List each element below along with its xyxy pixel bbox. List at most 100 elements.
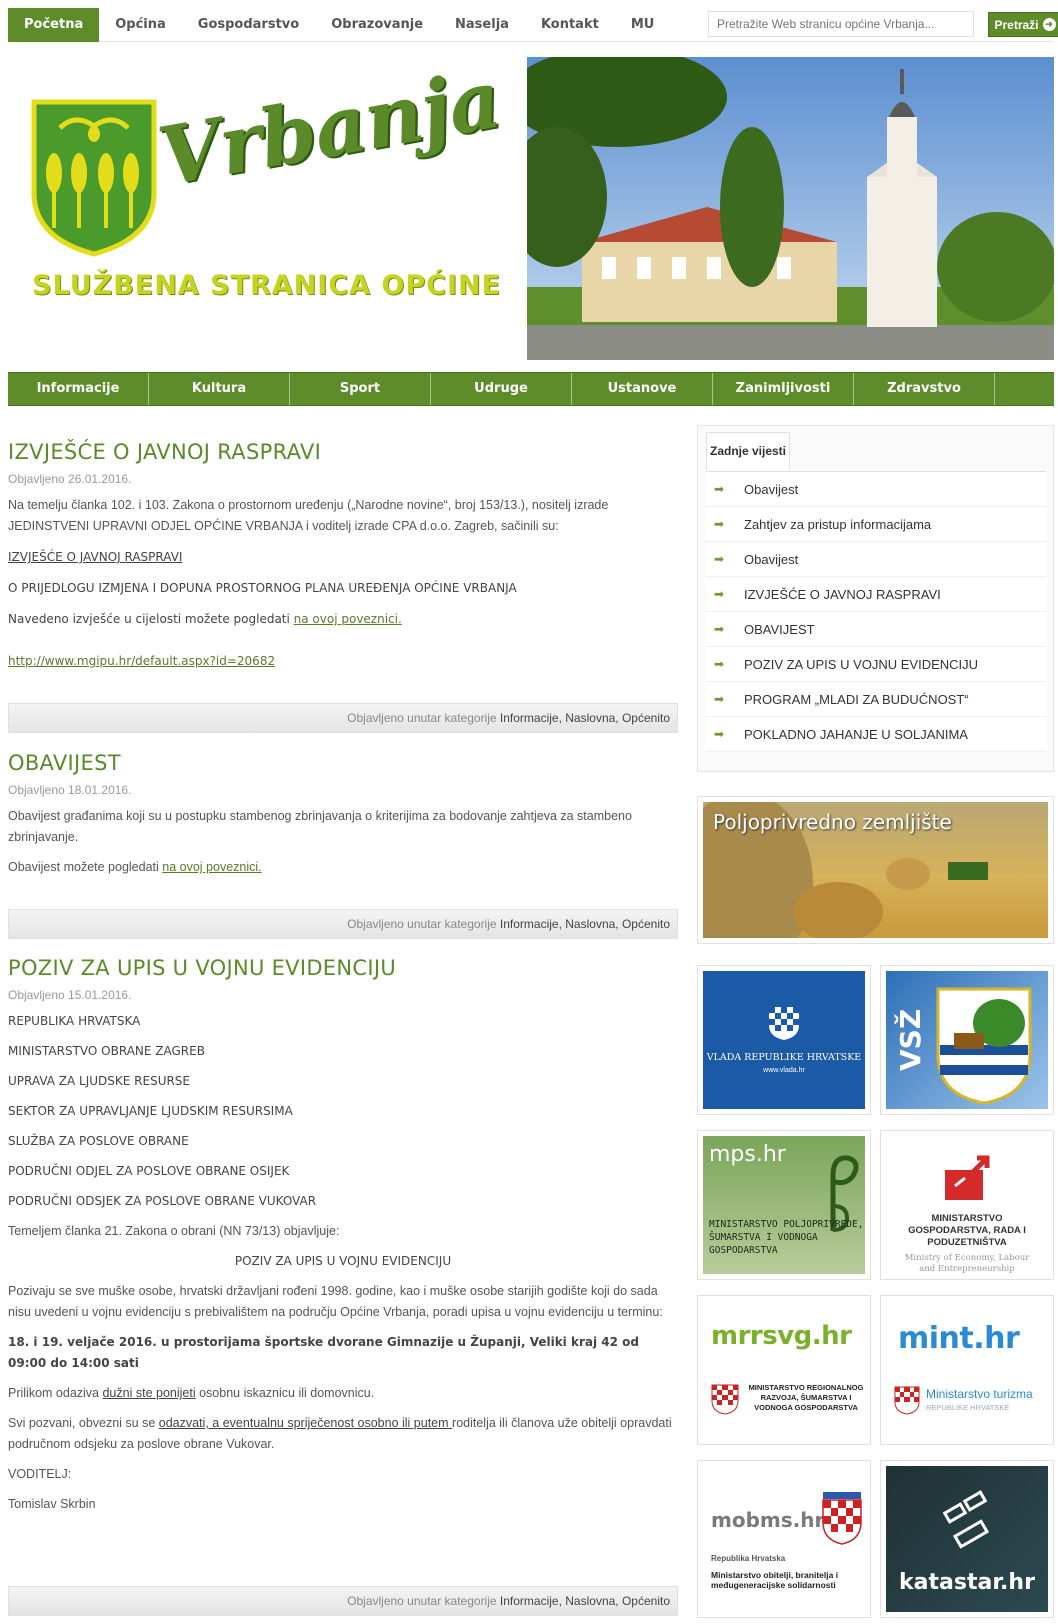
article-date: Objavljeno 18.01.2016. bbox=[8, 783, 132, 797]
topnav-item-mu[interactable]: MU bbox=[615, 8, 671, 42]
footer-categories[interactable]: Informacije, Naslovna, Općenito bbox=[500, 711, 670, 725]
news-item[interactable]: ➡ Obavijest bbox=[706, 472, 1046, 507]
news-item[interactable]: ➡ OBAVIJEST bbox=[706, 612, 1046, 647]
article-title[interactable]: POZIV ZA UPIS U VOJNU EVIDENCIJU bbox=[8, 956, 678, 980]
banner-title: mobms.hr bbox=[711, 1508, 825, 1532]
mainnav-item-zanimljivosti[interactable]: Zanimljivosti bbox=[713, 373, 854, 405]
org-line: SEKTOR ZA UPRAVLJANJE LJUDSKIM RESURSIMA bbox=[8, 1104, 293, 1118]
banner-subtitle-2: REPUBLIKE HRVATSKE bbox=[926, 1403, 1010, 1412]
article-obavijest: OBAVIJEST Objavljeno 18.01.2016. Obavije… bbox=[8, 751, 678, 878]
mobms-banner[interactable]: mobms.hr Republika Hrvatska Ministarstvo… bbox=[697, 1460, 871, 1618]
article-title[interactable]: IZVJEŠĆE O JAVNOJ RASPRAVI bbox=[8, 440, 678, 464]
arrow-right-icon: ➡ bbox=[714, 482, 725, 496]
leader-label: VODITELJ: bbox=[8, 1467, 72, 1481]
coat-of-arms-logo[interactable] bbox=[30, 98, 160, 258]
topnav-item-opcina[interactable]: Općina bbox=[99, 8, 182, 42]
article-footer-bar: Objavljeno unutar kategorije Informacije… bbox=[8, 1586, 678, 1616]
article-subheading: O PRIJEDLOGU IZMJENA I DOPUNA PROSTORNOG… bbox=[8, 581, 517, 595]
news-item[interactable]: ➡ Zahtjev za pristup informacijama bbox=[706, 507, 1046, 542]
arrow-right-icon: ➡ bbox=[714, 552, 725, 566]
news-item[interactable]: ➡ IZVJEŠĆE O JAVNOJ RASPRAVI bbox=[706, 577, 1046, 612]
banner-subtitle: Ministarstvo obitelji, branitelja i među… bbox=[711, 1570, 839, 1590]
vsz-banner[interactable]: VSŽ bbox=[880, 965, 1054, 1115]
view-link[interactable]: na ovoj poveznici. bbox=[294, 612, 402, 626]
org-line: PODRUČNI ODSJEK ZA POSLOVE OBRANE VUKOVA… bbox=[8, 1194, 317, 1208]
croatian-coat-of-arms-icon bbox=[711, 1384, 739, 1415]
top-navigation: Početna Općina Gospodarstvo Obrazovanje … bbox=[8, 7, 1058, 42]
news-item-label: POKLADNO JAHANJE U SOLJANIMA bbox=[744, 726, 968, 742]
mainnav-item-sport[interactable]: Sport bbox=[290, 373, 431, 405]
report-link[interactable]: IZVJEŠĆE O JAVNOJ RASPRAVI bbox=[8, 550, 182, 564]
mainnav-item-kultura[interactable]: Kultura bbox=[149, 373, 290, 405]
oblig-pre: Svi pozvani, obvezni su se bbox=[8, 1416, 159, 1430]
url-link[interactable]: http://www.mgipu.hr/default.aspx?id=2068… bbox=[8, 654, 275, 668]
banner-subtitle: Ministry of Economy, Labour and Entrepre… bbox=[904, 1253, 1030, 1274]
topnav-item-naselja[interactable]: Naselja bbox=[439, 8, 525, 42]
mingo-banner[interactable]: MINISTARSTVO GOSPODARSTVA, RADA I PODUZE… bbox=[880, 1130, 1054, 1280]
logo-subtitle: SLUŽBENA STRANICA OPĆINE bbox=[32, 270, 502, 301]
topnav-item-pocetna[interactable]: Početna bbox=[8, 7, 100, 42]
footer-categories[interactable]: Informacije, Naslovna, Općenito bbox=[500, 1594, 670, 1608]
topnav-item-kontakt[interactable]: Kontakt bbox=[525, 8, 615, 42]
article-footer-bar: Objavljeno unutar kategorije Informacije… bbox=[8, 909, 678, 939]
latest-news-list: ➡ Obavijest ➡ Zahtjev za pristup informaci… bbox=[706, 471, 1046, 752]
leader-name: Tomislav Skrbin bbox=[8, 1497, 96, 1511]
news-item-label: Obavijest bbox=[744, 551, 799, 567]
arrow-right-circle-icon: ➜ bbox=[1042, 18, 1056, 31]
search-input[interactable] bbox=[708, 11, 974, 37]
id-link[interactable]: dužni ste ponijeti bbox=[102, 1386, 195, 1400]
oblig-link[interactable]: odazvati, a eventualnu spriječenost osob… bbox=[159, 1416, 452, 1430]
vlada-banner[interactable]: VLADA REPUBLIKE HRVATSKE www.vlada.hr bbox=[697, 965, 871, 1115]
mainnav-item-ustanove[interactable]: Ustanove bbox=[572, 373, 713, 405]
hero-church-image bbox=[527, 57, 1054, 360]
mint-banner[interactable]: mint.hr Ministarstvo turizma REPUBLIKE H… bbox=[880, 1295, 1054, 1445]
latest-news-tab[interactable]: Zadnje vijesti bbox=[706, 432, 790, 470]
search-button[interactable]: Pretraži ➜ bbox=[988, 12, 1058, 37]
croatian-coat-of-arms-icon bbox=[822, 1492, 862, 1545]
centered-title: POZIV ZA UPIS U VOJNU EVIDENCIJU bbox=[234, 1254, 452, 1268]
poljoprivredno-zemljiste-banner[interactable]: Poljoprivredno zemljište bbox=[697, 796, 1054, 944]
view-link[interactable]: na ovoj poveznici. bbox=[162, 860, 261, 874]
banner-title: mps.hr bbox=[709, 1142, 786, 1167]
news-item-label: PROGRAM „MLADI ZA BUDUĆNOST“ bbox=[744, 691, 969, 707]
news-item-label: POZIV ZA UPIS U VOJNU EVIDENCIJU bbox=[744, 656, 979, 672]
footer-categories[interactable]: Informacije, Naslovna, Općenito bbox=[500, 917, 670, 931]
news-item[interactable]: ➡ POZIV ZA UPIS U VOJNU EVIDENCIJU bbox=[706, 647, 1046, 682]
org-line: UPRAVA ZA LJUDSKE RESURSE bbox=[8, 1074, 191, 1088]
view-text: Obavijest možete pogledati bbox=[8, 860, 163, 874]
article-footer-bar: Objavljeno unutar kategorije Informacije… bbox=[8, 703, 678, 733]
mps-banner[interactable]: mps.hr MINISTARSTVO POLJOPRIVREDE, ŠUMAR… bbox=[697, 1130, 871, 1280]
article-body: Pozivaju se sve muške osobe, hrvatski dr… bbox=[8, 1284, 663, 1319]
mingo-logo-icon bbox=[945, 1155, 990, 1200]
article-title[interactable]: OBAVIJEST bbox=[8, 751, 678, 775]
news-item[interactable]: ➡ Obavijest bbox=[706, 542, 1046, 577]
main-navigation: Informacije Kultura Sport Udruge Ustanov… bbox=[8, 372, 1054, 406]
arrow-right-icon: ➡ bbox=[714, 692, 725, 706]
article-intro: Obavijest građanima koji su u postupku s… bbox=[8, 809, 632, 844]
id-pre: Prilikom odaziva bbox=[8, 1386, 103, 1400]
logo-title[interactable]: Vrbanja bbox=[152, 52, 507, 204]
mainnav-item-informacije[interactable]: Informacije bbox=[8, 373, 149, 405]
law-reference: Temeljem članka 21. Zakona o obrani (NN … bbox=[8, 1224, 340, 1238]
banner-title: VSŽ bbox=[894, 1008, 927, 1071]
katastar-banner[interactable]: katastar.hr bbox=[880, 1460, 1054, 1618]
arrow-right-icon: ➡ bbox=[714, 727, 725, 741]
mainnav-item-zdravstvo[interactable]: Zdravstvo bbox=[854, 373, 995, 405]
article-poziv: POZIV ZA UPIS U VOJNU EVIDENCIJU Objavlj… bbox=[8, 956, 678, 1515]
article-izvjesce: IZVJEŠĆE O JAVNOJ RASPRAVI Objavljeno 26… bbox=[8, 440, 678, 672]
croatian-coat-of-arms-icon bbox=[894, 1386, 920, 1415]
mrrsvg-banner[interactable]: mrrsvg.hr MINISTARSTVO REGIONALNOG RAZVO… bbox=[697, 1295, 871, 1445]
mainnav-item-udruge[interactable]: Udruge bbox=[431, 373, 572, 405]
article-intro: Na temelju članka 102. i 103. Zakona o p… bbox=[8, 498, 609, 533]
topnav-item-gospodarstvo[interactable]: Gospodarstvo bbox=[182, 8, 315, 42]
arrow-right-icon: ➡ bbox=[714, 622, 725, 636]
topnav-item-obrazovanje[interactable]: Obrazovanje bbox=[315, 8, 439, 42]
banner-rh: Republika Hrvatska bbox=[711, 1554, 786, 1563]
banner-title: mint.hr bbox=[898, 1321, 1020, 1356]
news-item[interactable]: ➡ PROGRAM „MLADI ZA BUDUĆNOST“ bbox=[706, 682, 1046, 717]
article-date: Objavljeno 15.01.2016. bbox=[8, 988, 132, 1002]
id-post: osobnu iskaznicu ili domovnicu. bbox=[195, 1386, 375, 1400]
banner-title: katastar.hr bbox=[899, 1570, 1035, 1595]
news-item[interactable]: ➡ POKLADNO JAHANJE U SOLJANIMA bbox=[706, 717, 1046, 752]
katastar-logo-icon bbox=[942, 1490, 990, 1549]
